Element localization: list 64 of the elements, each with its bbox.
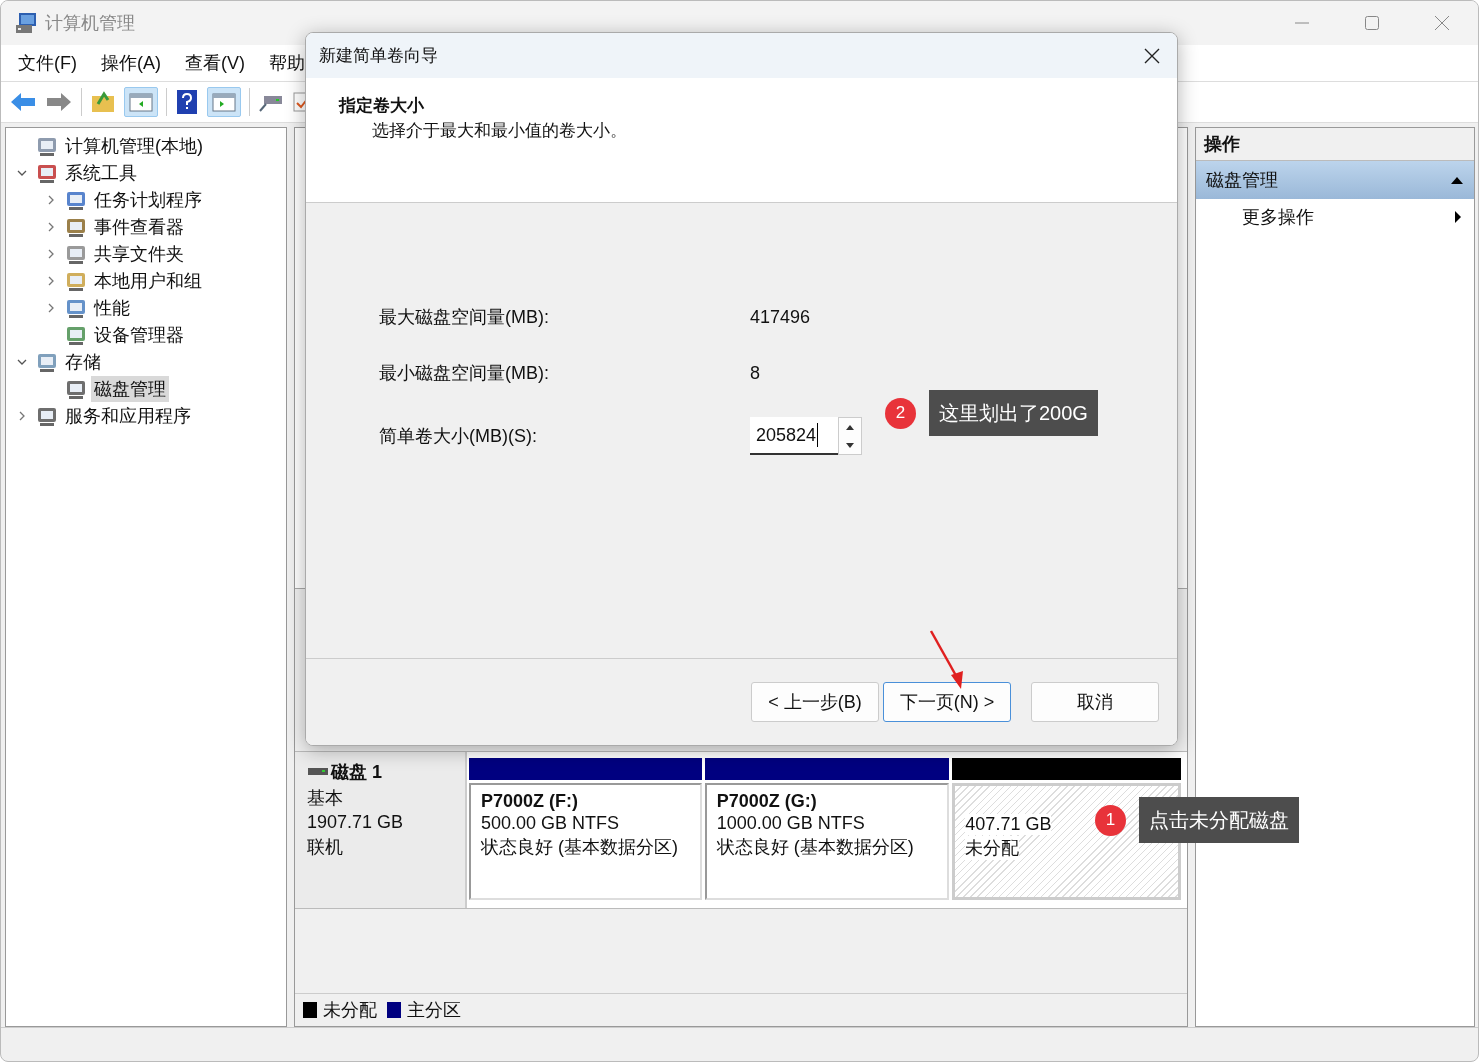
annotation-tooltip: 这里划出了200G <box>929 390 1098 436</box>
partition-name: P7000Z (G:) <box>716 791 818 812</box>
legend-label: 未分配 <box>323 999 377 1022</box>
up-arrow-icon[interactable] <box>846 424 854 430</box>
menu-item[interactable]: 文件(F) <box>18 51 77 75</box>
volume-size-field[interactable]: 205824 <box>750 417 838 455</box>
submenu-arrow-icon <box>1454 210 1462 224</box>
annotation-tooltip: 点击未分配磁盘 <box>1139 797 1299 843</box>
actions-section-header[interactable]: 磁盘管理 <box>1196 161 1474 199</box>
dialog-button[interactable]: < 上一步(B) <box>751 682 879 722</box>
field-value: 417496 <box>750 306 812 328</box>
tree-item[interactable]: 计算机管理(本地) <box>62 132 206 159</box>
folder-up-icon[interactable] <box>90 90 116 114</box>
disk-drive-icon <box>307 766 329 778</box>
partition-status: 状态良好 (基本数据分区) <box>481 836 679 859</box>
window-title: 计算机管理 <box>45 12 135 35</box>
tree-item[interactable]: 存储 <box>62 348 104 375</box>
disk-name: 磁盘 1 <box>331 761 382 784</box>
field-label: 简单卷大小(MB)(S): <box>379 425 538 448</box>
field-label: 最小磁盘空间量(MB): <box>379 362 550 385</box>
action-pane-button[interactable] <box>207 87 241 117</box>
field-label: 最大磁盘空间量(MB): <box>379 306 550 329</box>
partition-status: 状态良好 (基本数据分区) <box>716 836 915 859</box>
tree-item[interactable]: 服务和应用程序 <box>62 402 194 429</box>
show-pane-button[interactable] <box>124 87 158 117</box>
tree-item[interactable]: 系统工具 <box>62 159 140 186</box>
collapse-triangle-icon[interactable] <box>1450 175 1464 185</box>
forward-arrow-icon[interactable] <box>45 90 73 114</box>
partition-status: 未分配 <box>965 836 1020 860</box>
disk-type: 基本 <box>307 787 344 810</box>
action-item[interactable]: 更多操作 <box>1196 199 1474 235</box>
tree-item[interactable]: 事件查看器 <box>91 213 187 240</box>
computer-management-icon <box>15 11 39 35</box>
menu-item[interactable]: 帮助 <box>269 51 305 75</box>
maximize-icon[interactable] <box>1364 15 1380 31</box>
menu-item[interactable]: 查看(V) <box>185 51 245 75</box>
tree-item[interactable]: 共享文件夹 <box>91 240 187 267</box>
partition-size: 407.71 GB <box>965 814 1052 835</box>
step-description: 选择介于最大和最小值的卷大小。 <box>371 120 628 142</box>
tree-item[interactable]: 性能 <box>91 294 133 321</box>
disk-status: 联机 <box>307 836 344 859</box>
actions-title: 操作 <box>1204 133 1240 156</box>
dialog-title: 新建简单卷向导 <box>319 45 438 67</box>
dialog-button[interactable]: 下一页(N) > <box>883 682 1011 722</box>
spin-buttons[interactable] <box>838 417 862 455</box>
step-heading: 指定卷大小 <box>339 95 425 117</box>
partition-name: P7000Z (F:) <box>481 791 580 812</box>
disk-size: 1907.71 GB <box>307 812 405 833</box>
partition-size: 1000.00 GB NTFS <box>716 813 866 834</box>
tree-item[interactable]: 磁盘管理 <box>91 375 169 402</box>
partition-block[interactable]: P7000Z (G:) 1000.00 GB NTFS 状态良好 (基本数据分区) <box>704 783 950 900</box>
down-arrow-icon[interactable] <box>846 442 854 448</box>
tree-item[interactable]: 任务计划程序 <box>91 186 205 213</box>
menu-item[interactable]: 操作(A) <box>101 51 161 75</box>
close-icon[interactable] <box>1143 46 1161 65</box>
back-arrow-icon[interactable] <box>9 90 37 114</box>
dialog-button[interactable]: 取消 <box>1031 682 1159 722</box>
help-icon[interactable] <box>175 89 199 115</box>
tree-item[interactable]: 设备管理器 <box>91 321 187 348</box>
partition-size: 500.00 GB NTFS <box>481 813 621 834</box>
legend-label: 主分区 <box>407 999 461 1022</box>
partition-block[interactable]: P7000Z (F:) 500.00 GB NTFS 状态良好 (基本数据分区) <box>469 783 702 900</box>
field-value: 8 <box>750 362 761 384</box>
tree-item[interactable]: 本地用户和组 <box>91 267 205 294</box>
